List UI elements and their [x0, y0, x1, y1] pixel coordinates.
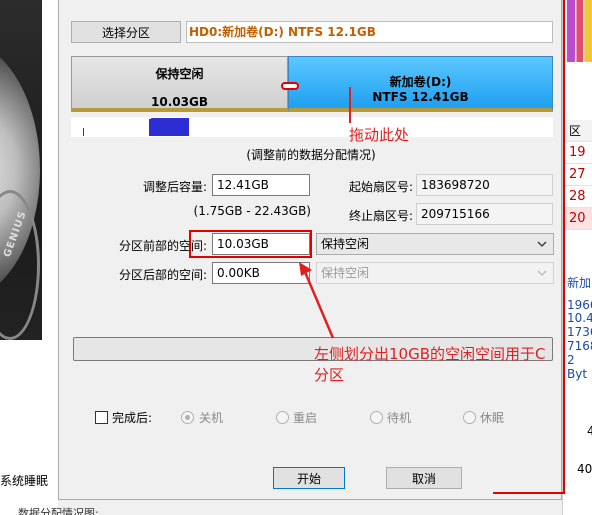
radio-hibernate[interactable] [463, 411, 476, 424]
before-space-option: 保持空闲 [321, 237, 370, 251]
drag-annotation: 拖动此处 [349, 126, 410, 144]
highlight-box [189, 230, 312, 258]
free-space-label: 保持空闲 [155, 67, 204, 81]
info-extra: 40 [577, 462, 592, 476]
sleep-status-text: 系统睡眠 [0, 474, 49, 488]
allocation-caption: (调整前的数据分配情况) [246, 148, 376, 162]
data-block [151, 118, 189, 136]
highlight-frame [493, 0, 565, 494]
cancel-button[interactable]: 取消 [386, 467, 462, 489]
resize-partition-dialog: 选择分区 HD0:新加卷(D:) NTFS 12.1GB 保持空闲 10.03G… [58, 0, 562, 500]
resize-drag-handle[interactable] [281, 82, 299, 90]
background-window-right: 区 19 27 28 20 新加 1966 10.40 1736 7168( 2… [562, 0, 592, 515]
radio-shutdown-label: 关机 [199, 411, 224, 425]
table-row-selected[interactable]: 20 [563, 208, 592, 230]
size-label: 调整后容量: [142, 180, 207, 194]
data-allocation-label: 数据分配情况图: [18, 507, 99, 515]
table-row[interactable]: 19 [563, 142, 592, 164]
radio-standby[interactable] [370, 411, 383, 424]
radio-restart[interactable] [276, 411, 289, 424]
table-row[interactable]: 28 [563, 186, 592, 208]
background-window-left: GENIUS 系统睡眠 [0, 0, 58, 515]
start-sector-label: 起始扇区号: [348, 180, 413, 194]
size-input[interactable]: 12.41GB [212, 174, 310, 196]
partition-table: 区 19 27 28 20 [563, 120, 592, 230]
info-line: 1966 [567, 298, 592, 312]
info-extra: 4 [587, 424, 592, 438]
info-line: 7168( [567, 339, 592, 353]
info-line: 10.40 [567, 311, 592, 325]
after-done-label: 完成后: [112, 411, 153, 425]
radio-standby-label: 待机 [387, 411, 412, 425]
start-button[interactable]: 开始 [273, 467, 345, 489]
after-done-checkbox[interactable] [95, 411, 108, 424]
annotation-arrow [349, 87, 351, 123]
size-range-text: (1.75GB - 22.43GB) [193, 204, 311, 218]
map-tick [83, 128, 84, 136]
radio-shutdown[interactable] [181, 411, 194, 424]
after-space-label: 分区后部的空间: [118, 268, 207, 282]
table-row[interactable]: 27 [563, 164, 592, 186]
annotation-arrow [299, 262, 335, 339]
partition-color-bars [567, 0, 592, 62]
radio-restart-label: 重启 [293, 411, 318, 425]
info-line: 2 Byt [567, 353, 588, 381]
disk-artwork: GENIUS [0, 0, 42, 340]
data-allocation-map [71, 117, 553, 137]
table-header: 区 [563, 120, 592, 142]
info-line: 1736 [567, 325, 592, 339]
free-space-bar[interactable]: 保持空闲 10.03GB [71, 56, 288, 112]
info-title: 新加 [567, 276, 592, 290]
radio-dot [185, 415, 190, 420]
end-sector-label: 终止扇区号: [348, 209, 413, 223]
free-space-size: 10.03GB [151, 95, 208, 109]
select-partition-button[interactable]: 选择分区 [71, 21, 181, 43]
